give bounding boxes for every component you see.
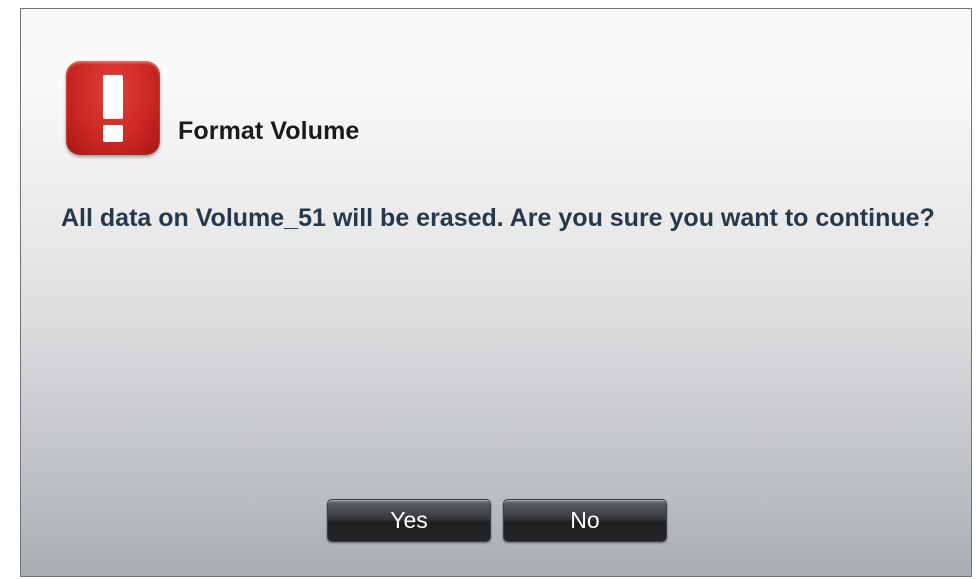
format-volume-dialog: Format Volume All data on Volume_51 will…	[20, 8, 972, 577]
no-button[interactable]: No	[503, 499, 667, 542]
exclamation-warning-icon	[66, 61, 160, 155]
yes-button[interactable]: Yes	[327, 499, 491, 542]
dialog-title: Format Volume	[178, 117, 360, 145]
dialog-message: All data on Volume_51 will be erased. Ar…	[61, 204, 935, 232]
